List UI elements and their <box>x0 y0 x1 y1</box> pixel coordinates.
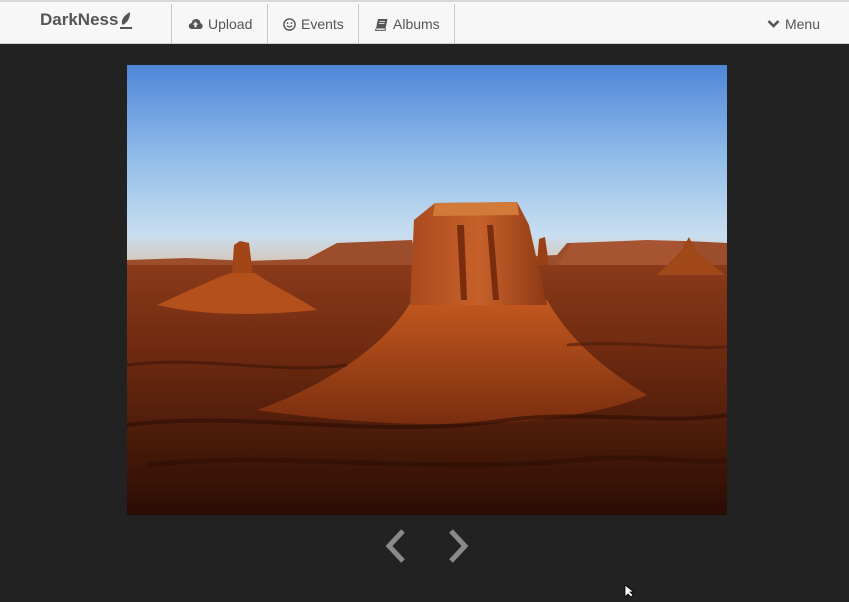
chevron-left-icon <box>385 529 405 563</box>
book-icon <box>375 18 388 31</box>
nav-item-label: Events <box>301 16 344 32</box>
mouse-pointer-icon <box>624 584 636 602</box>
chevron-down-icon <box>767 16 780 32</box>
previous-photo-button[interactable] <box>382 528 410 564</box>
top-navbar: DarkNess Upload Events Albums Menu <box>0 0 849 44</box>
photo-viewer[interactable] <box>127 65 727 515</box>
menu-label: Menu <box>784 16 820 32</box>
menu-toggle-button[interactable]: Menu <box>767 4 820 44</box>
nav-item-label: Albums <box>393 16 440 32</box>
chevron-right-icon <box>449 529 469 563</box>
nav-item-label: Upload <box>208 16 253 32</box>
leaf-icon <box>119 10 133 30</box>
cloud-upload-icon <box>188 18 203 30</box>
brand-logo[interactable]: DarkNess <box>40 10 133 30</box>
smile-icon <box>283 17 296 31</box>
nav-item-albums[interactable]: Albums <box>358 4 455 44</box>
next-photo-button[interactable] <box>444 528 472 564</box>
nav-item-events[interactable]: Events <box>267 4 359 44</box>
brand-name: DarkNess <box>40 10 119 29</box>
desert-butte-photo <box>127 65 727 515</box>
nav-item-upload[interactable]: Upload <box>171 4 268 44</box>
